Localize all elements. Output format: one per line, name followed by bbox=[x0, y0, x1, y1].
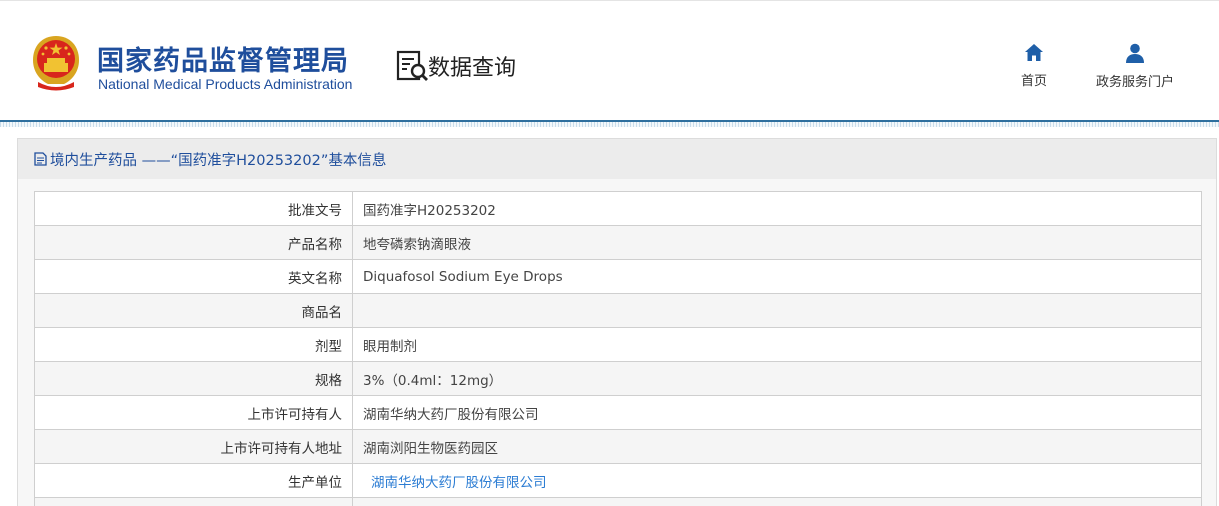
row-label: 上市许可持有人 bbox=[34, 395, 353, 430]
data-query-label: 数据查询 bbox=[428, 56, 517, 81]
panel-header: 境内生产药品 ——“国药准字H20253202”基本信息 bbox=[18, 139, 1216, 179]
user-icon bbox=[1126, 43, 1144, 63]
table-row: 上市许可持有人 湖南华纳大药厂股份有限公司 bbox=[34, 395, 1202, 430]
manufacturer-link[interactable]: 湖南华纳大药厂股份有限公司 bbox=[352, 463, 1202, 498]
org-name-en[interactable]: National Medical Products Administration bbox=[98, 76, 352, 92]
table-row: 生产单位 湖南华纳大药厂股份有限公司 bbox=[34, 463, 1202, 498]
row-value: 国药准字H20253202 bbox=[352, 191, 1202, 226]
table-row: 产品名称 地夸磷索钠滴眼液 bbox=[34, 225, 1202, 260]
row-label: 规格 bbox=[34, 361, 353, 396]
table-row: 上市许可持有人地址 湖南浏阳生物医药园区 bbox=[34, 429, 1202, 464]
table-row: 商品名 bbox=[34, 293, 1202, 328]
row-label bbox=[34, 497, 353, 506]
home-icon bbox=[1025, 44, 1043, 61]
national-emblem-icon bbox=[33, 36, 79, 91]
row-label: 批准文号 bbox=[34, 191, 353, 226]
data-query-icon bbox=[396, 50, 428, 81]
row-value: 湖南浏阳生物医药园区 bbox=[352, 429, 1202, 464]
row-label: 商品名 bbox=[34, 293, 353, 328]
nav-service-portal-label: 政务服务门户 bbox=[1095, 75, 1174, 90]
nav-home[interactable]: 首页 bbox=[1014, 43, 1054, 89]
site-header: 国家药品监督管理局 National Medical Products Admi… bbox=[0, 0, 1219, 121]
drug-info-panel: 境内生产药品 ——“国药准字H20253202”基本信息 批准文号 国药准字H2… bbox=[17, 138, 1217, 506]
row-label: 生产单位 bbox=[34, 463, 353, 498]
header-divider bbox=[0, 120, 1219, 127]
row-label: 剂型 bbox=[34, 327, 353, 362]
table-row: 英文名称 Diquafosol Sodium Eye Drops bbox=[34, 259, 1202, 294]
row-value bbox=[352, 497, 1202, 506]
row-value bbox=[352, 293, 1202, 328]
table-row: 剂型 眼用制剂 bbox=[34, 327, 1202, 362]
data-query-link[interactable]: 数据查询 bbox=[396, 49, 516, 83]
row-value: 3%（0.4ml：12mg） bbox=[352, 361, 1202, 396]
table-row: 批准文号 国药准字H20253202 bbox=[34, 191, 1202, 226]
document-icon bbox=[34, 152, 47, 166]
table-row bbox=[34, 497, 1202, 506]
row-value: 眼用制剂 bbox=[352, 327, 1202, 362]
row-value: 湖南华纳大药厂股份有限公司 bbox=[352, 395, 1202, 430]
table-row: 规格 3%（0.4ml：12mg） bbox=[34, 361, 1202, 396]
row-label: 上市许可持有人地址 bbox=[34, 429, 353, 464]
row-value: Diquafosol Sodium Eye Drops bbox=[352, 259, 1202, 294]
drug-info-table: 批准文号 国药准字H20253202 产品名称 地夸磷索钠滴眼液 英文名称 Di… bbox=[34, 191, 1202, 506]
panel-title: 境内生产药品 ——“国药准字H20253202”基本信息 bbox=[50, 152, 387, 169]
org-name-cn[interactable]: 国家药品监督管理局 bbox=[97, 39, 349, 78]
nav-service-portal[interactable]: 政务服务门户 bbox=[1087, 43, 1183, 90]
row-value: 地夸磷索钠滴眼液 bbox=[352, 225, 1202, 260]
row-label: 英文名称 bbox=[34, 259, 353, 294]
nav-home-label: 首页 bbox=[1020, 74, 1047, 89]
row-label: 产品名称 bbox=[34, 225, 353, 260]
